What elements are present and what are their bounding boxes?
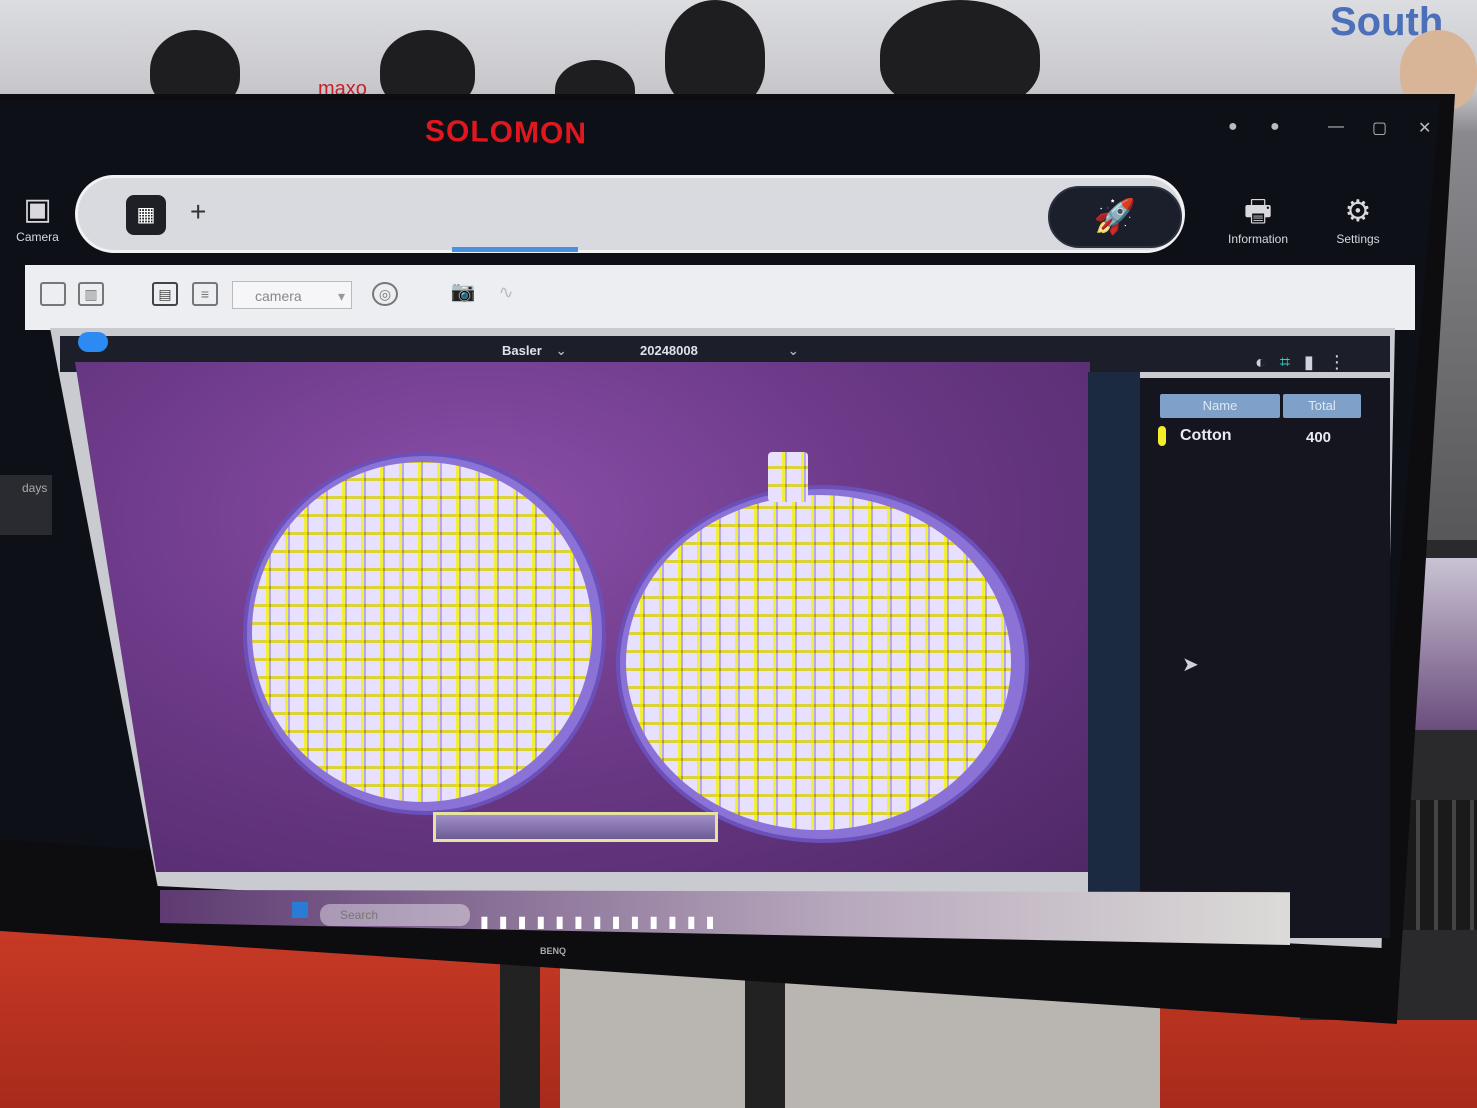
more-icon[interactable]: ⋮ <box>1328 352 1360 372</box>
viewer-scrollbar[interactable] <box>1088 372 1140 932</box>
class-name: Cotton <box>1180 427 1232 444</box>
camera-tab-icon[interactable]: ▦ <box>126 195 166 235</box>
settings-label: Settings <box>1336 232 1380 246</box>
camera-nav-label: Camera <box>16 230 59 244</box>
monitor-brand: BENQ <box>540 946 567 956</box>
detections-left <box>252 462 592 802</box>
single-view-icon[interactable] <box>40 282 66 306</box>
target-icon[interactable]: ◎ <box>372 282 398 306</box>
viewer-tools: ◐⌗▮⋮ <box>1255 352 1360 373</box>
camera-serial-value: 20248008 <box>640 343 698 358</box>
crowd-person <box>880 0 1040 110</box>
camera-icon: ▣ <box>23 193 52 226</box>
days-label: days <box>22 481 48 495</box>
status-dot-icon: ● <box>1228 118 1238 135</box>
taskbar-apps[interactable]: ▮▮▮▮▮▮▮▮▮▮▮▮▮ <box>480 912 724 932</box>
rocket-icon: 🚀 <box>1093 198 1137 236</box>
information-nav-button[interactable]: 🖶 Information <box>1218 192 1298 246</box>
close-button[interactable]: ✕ <box>1418 118 1431 138</box>
stage-bar <box>433 812 718 842</box>
copy-icon[interactable]: ▮ <box>1304 352 1328 372</box>
mouse-cursor-icon: ➤ <box>1182 654 1199 676</box>
plus-icon[interactable]: + <box>190 196 206 228</box>
results-panel <box>1140 378 1390 938</box>
gear-icon: ⚙ <box>1344 195 1372 228</box>
camera-serial-dropdown[interactable]: 20248008 ⌄ <box>640 343 799 359</box>
camera-select[interactable]: camera ▾ <box>232 281 352 309</box>
monitor-stand <box>500 960 540 1108</box>
detections-top <box>768 452 808 502</box>
chevron-down-icon: ▾ <box>337 288 345 304</box>
printer-icon: 🖶 <box>1243 195 1273 228</box>
waveform-icon[interactable]: ∿ <box>493 282 519 306</box>
maximize-button[interactable]: ▢ <box>1372 118 1387 138</box>
chevron-down-icon: ⌄ <box>555 343 567 358</box>
camera-select-value: camera <box>255 288 302 304</box>
class-total: 400 <box>1306 429 1332 446</box>
camera-vendor-dropdown[interactable]: Basler ⌄ <box>502 343 567 359</box>
app-brand-logo: SOLOMON <box>425 114 587 151</box>
side-panel: days <box>0 475 52 535</box>
camera-vendor-value: Basler <box>502 343 542 358</box>
contrast-icon[interactable]: ◐ <box>1255 352 1280 372</box>
column-header-name[interactable]: Name <box>1160 394 1280 418</box>
grid-view-icon[interactable]: ▥ <box>78 282 104 306</box>
active-tab-indicator <box>452 247 578 252</box>
minimize-button[interactable]: — <box>1328 118 1344 136</box>
stack-view-icon[interactable]: ≡ <box>192 282 218 306</box>
column-header-total[interactable]: Total <box>1283 394 1361 418</box>
status-dot-icon: ● <box>1270 118 1280 135</box>
class-color-swatch <box>1158 426 1166 446</box>
grid-icon[interactable]: ⌗ <box>1280 352 1304 372</box>
settings-nav-button[interactable]: ⚙ Settings <box>1318 192 1398 246</box>
information-label: Information <box>1227 232 1289 246</box>
split-view-icon[interactable]: ▤ <box>152 282 178 306</box>
chevron-down-icon: ⌄ <box>787 343 799 358</box>
run-button[interactable]: 🚀 <box>1048 186 1182 248</box>
camera-nav-button[interactable]: ▣ Camera <box>0 190 75 244</box>
live-toggle[interactable] <box>78 332 108 352</box>
crowd-person <box>665 0 765 110</box>
detections-right <box>626 495 1011 830</box>
snapshot-camera-icon[interactable]: 📷 <box>450 282 476 306</box>
taskbar-search[interactable]: Search <box>320 904 470 926</box>
start-icon[interactable] <box>292 902 308 918</box>
command-bar <box>75 175 1185 253</box>
